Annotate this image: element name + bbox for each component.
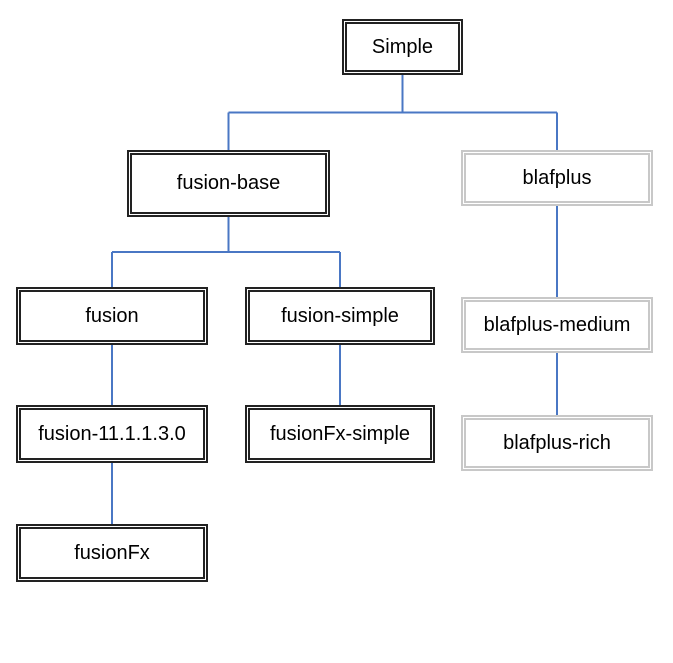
node-blafplus-rich: blafplus-rich — [461, 415, 653, 471]
node-fusion: fusion — [16, 287, 208, 345]
node-fusionfx: fusionFx — [16, 524, 208, 582]
node-fusionfx-simple: fusionFx-simple — [245, 405, 435, 463]
node-fusion-111130: fusion-11.1.1.3.0 — [16, 405, 208, 463]
node-fusion-simple: fusion-simple — [245, 287, 435, 345]
node-blafplus: blafplus — [461, 150, 653, 206]
node-fusion-base: fusion-base — [127, 150, 330, 217]
node-simple: Simple — [342, 19, 463, 75]
node-blafplus-medium: blafplus-medium — [461, 297, 653, 353]
